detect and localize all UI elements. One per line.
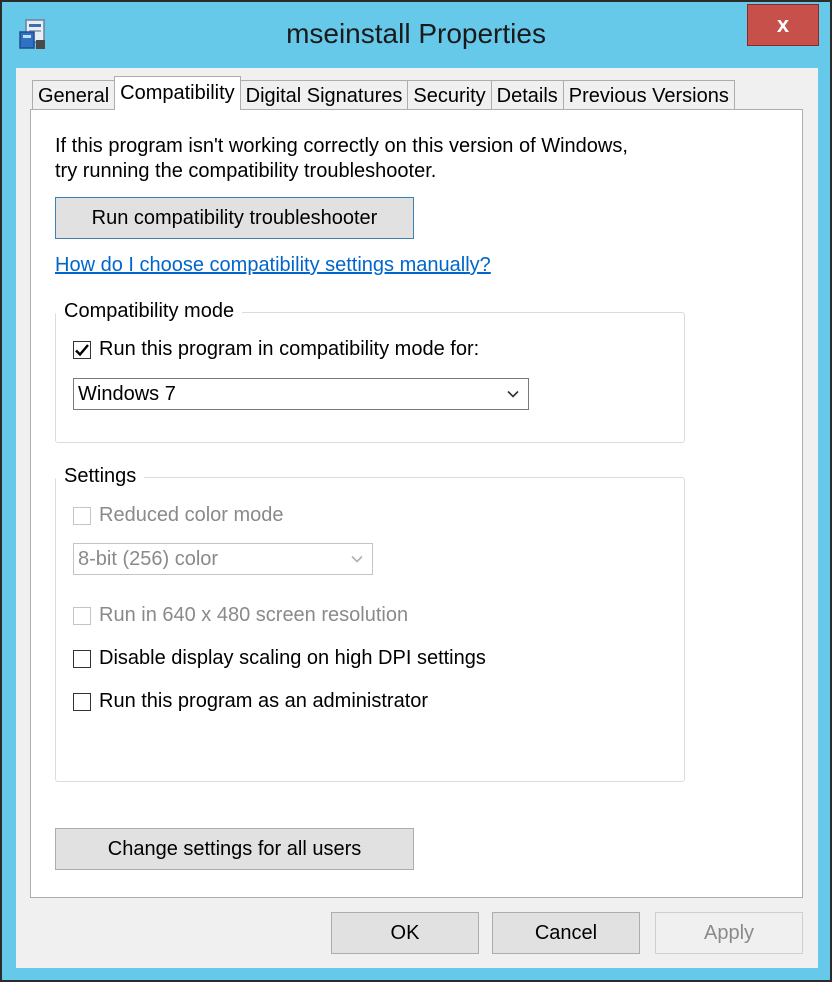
dpi-scaling-label: Disable display scaling on high DPI sett… [99, 647, 486, 669]
compatibility-panel: If this program isn't working correctly … [30, 109, 803, 898]
cancel-button[interactable]: Cancel [492, 912, 640, 954]
os-version-value: Windows 7 [78, 382, 176, 405]
tab-compatibility[interactable]: Compatibility [114, 76, 241, 110]
reduced-color-checkbox-row[interactable]: Reduced color mode [73, 504, 284, 527]
ok-button[interactable]: OK [331, 912, 479, 954]
run-as-admin-label: Run this program as an administrator [99, 690, 429, 712]
run-troubleshooter-button[interactable]: Run compatibility troubleshooter [55, 197, 414, 239]
tab-strip: General Compatibility Digital Signatures… [32, 76, 735, 110]
color-depth-select[interactable]: 8-bit (256) color [73, 543, 373, 575]
compat-mode-checkbox-label: Run this program in compatibility mode f… [99, 338, 480, 360]
dpi-scaling-checkbox-row[interactable]: Disable display scaling on high DPI sett… [73, 647, 486, 670]
resolution-label: Run in 640 x 480 screen resolution [99, 604, 409, 626]
help-link[interactable]: How do I choose compatibility settings m… [55, 254, 491, 277]
close-button[interactable]: x [747, 4, 819, 46]
compatibility-mode-label: Compatibility mode [56, 300, 243, 323]
tab-digital-signatures[interactable]: Digital Signatures [239, 80, 409, 110]
properties-window: mseinstall Properties x General Compatib… [0, 0, 832, 982]
dialog-client-area: General Compatibility Digital Signatures… [16, 68, 818, 968]
color-depth-value: 8-bit (256) color [78, 547, 219, 570]
tab-general[interactable]: General [32, 80, 116, 110]
window-title: mseinstall Properties [286, 18, 546, 49]
settings-label: Settings [56, 465, 145, 488]
apply-button[interactable]: Apply [655, 912, 803, 954]
checkmark-icon [75, 343, 89, 356]
compat-mode-checkbox-row[interactable]: Run this program in compatibility mode f… [73, 338, 479, 361]
intro-line-2: try running the compatibility troublesho… [55, 160, 437, 182]
chevron-down-icon [507, 390, 519, 398]
close-icon: x [776, 12, 790, 37]
intro-line-1: If this program isn't working correctly … [55, 135, 628, 157]
compat-mode-checkbox[interactable] [73, 340, 91, 359]
tab-security[interactable]: Security [407, 80, 492, 110]
tab-previous-versions[interactable]: Previous Versions [562, 80, 735, 110]
os-version-select[interactable]: Windows 7 [73, 378, 529, 410]
change-settings-all-users-button[interactable]: Change settings for all users [55, 828, 414, 870]
resolution-checkbox[interactable] [73, 606, 91, 625]
run-as-admin-checkbox[interactable] [73, 692, 91, 711]
resolution-checkbox-row[interactable]: Run in 640 x 480 screen resolution [73, 604, 408, 627]
run-as-admin-checkbox-row[interactable]: Run this program as an administrator [73, 690, 428, 713]
reduced-color-label: Reduced color mode [99, 504, 284, 526]
dpi-scaling-checkbox[interactable] [73, 649, 91, 668]
intro-text: If this program isn't working correctly … [55, 134, 755, 184]
chevron-down-icon [351, 555, 363, 563]
tab-details[interactable]: Details [490, 80, 564, 110]
title-bar[interactable]: mseinstall Properties x [2, 2, 830, 70]
reduced-color-checkbox[interactable] [73, 506, 91, 525]
